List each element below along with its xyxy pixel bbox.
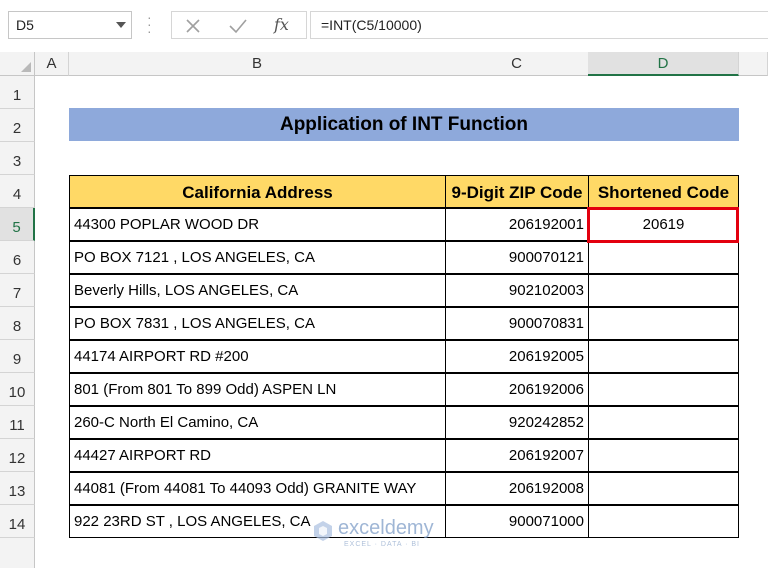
cell-address[interactable]: 44081 (From 44081 To 44093 Odd) GRANITE … <box>69 472 446 505</box>
cell-address[interactable]: PO BOX 7831 , LOS ANGELES, CA <box>69 307 446 340</box>
cell-address[interactable]: 44300 POPLAR WOOD DR <box>69 208 446 241</box>
name-box-value: D5 <box>16 17 34 33</box>
watermark-name: exceldemy <box>338 517 434 539</box>
chevron-down-icon[interactable] <box>116 22 126 28</box>
cell-zip[interactable]: 206192008 <box>445 472 589 505</box>
cell-zip[interactable]: 206192001 <box>445 208 589 241</box>
enter-checkmark-icon[interactable] <box>228 17 248 35</box>
cell-code[interactable] <box>588 340 739 373</box>
cell-code[interactable] <box>588 241 739 274</box>
cell-address[interactable]: 801 (From 801 To 899 Odd) ASPEN LN <box>69 373 446 406</box>
column-header-filler <box>739 52 768 76</box>
active-cell-outline <box>587 207 739 243</box>
row-header-12[interactable]: 12 <box>0 439 35 472</box>
cell-code[interactable] <box>588 373 739 406</box>
cell-zip[interactable]: 206192007 <box>445 439 589 472</box>
row-header-5[interactable]: 5 <box>0 208 35 241</box>
row-header-9[interactable]: 9 <box>0 340 35 373</box>
row-header-6[interactable]: 6 <box>0 241 35 274</box>
row-header-10[interactable]: 10 <box>0 373 35 406</box>
name-box[interactable]: D5 <box>8 11 132 39</box>
cancel-icon[interactable] <box>184 17 202 35</box>
cell-code[interactable] <box>588 406 739 439</box>
cell-address[interactable]: Beverly Hills, LOS ANGELES, CA <box>69 274 446 307</box>
column-header-d[interactable]: D <box>588 52 739 76</box>
header-zip[interactable]: 9-Digit ZIP Code <box>445 175 589 208</box>
drag-handle-icon[interactable]: · · · <box>147 10 152 38</box>
cell-zip[interactable]: 900070831 <box>445 307 589 340</box>
row-header-2[interactable]: 2 <box>0 109 35 142</box>
cell-zip[interactable]: 900070121 <box>445 241 589 274</box>
row-header-filler <box>0 538 35 568</box>
row-header-4[interactable]: 4 <box>0 175 35 208</box>
row-header-11[interactable]: 11 <box>0 406 35 439</box>
column-header-c[interactable]: C <box>445 52 589 76</box>
formula-toolbar: D5 · · · fx =INT(C5/10000) <box>0 0 768 52</box>
cell-address[interactable]: 260-C North El Camino, CA <box>69 406 446 439</box>
select-all-icon <box>21 62 31 72</box>
exceldemy-logo-icon <box>314 521 332 541</box>
header-shortened-code[interactable]: Shortened Code <box>588 175 739 208</box>
watermark-tagline: EXCEL · DATA · BI <box>344 541 420 548</box>
row-header-13[interactable]: 13 <box>0 472 35 505</box>
row-header-3[interactable]: 3 <box>0 142 35 175</box>
cell-zip[interactable]: 206192005 <box>445 340 589 373</box>
cell-address[interactable]: 44174 AIRPORT RD #200 <box>69 340 446 373</box>
cell-code[interactable] <box>588 505 739 538</box>
cell-zip[interactable]: 206192006 <box>445 373 589 406</box>
exceldemy-watermark: exceldemy EXCEL · DATA · BI <box>312 517 462 551</box>
formula-text: =INT(C5/10000) <box>321 17 422 33</box>
cell-address[interactable]: PO BOX 7121 , LOS ANGELES, CA <box>69 241 446 274</box>
row-header-8[interactable]: 8 <box>0 307 35 340</box>
cell-code[interactable] <box>588 307 739 340</box>
sheet-title[interactable]: Application of INT Function <box>69 108 739 141</box>
formula-buttons: fx <box>171 11 307 39</box>
cell-code[interactable] <box>588 274 739 307</box>
cell-address[interactable]: 44427 AIRPORT RD <box>69 439 446 472</box>
cell-code[interactable] <box>588 439 739 472</box>
column-header-a[interactable]: A <box>35 52 69 76</box>
header-address[interactable]: California Address <box>69 175 446 208</box>
cell-zip[interactable]: 900071000 <box>445 505 589 538</box>
cell-code[interactable] <box>588 472 739 505</box>
row-header-7[interactable]: 7 <box>0 274 35 307</box>
cell-zip[interactable]: 902102003 <box>445 274 589 307</box>
select-all-corner[interactable] <box>0 52 35 76</box>
column-header-b[interactable]: B <box>69 52 446 76</box>
cell-zip[interactable]: 920242852 <box>445 406 589 439</box>
row-header-14[interactable]: 14 <box>0 505 35 538</box>
formula-bar[interactable]: =INT(C5/10000) <box>310 11 768 39</box>
insert-function-icon[interactable]: fx <box>274 15 289 34</box>
row-header-1[interactable]: 1 <box>0 76 35 109</box>
